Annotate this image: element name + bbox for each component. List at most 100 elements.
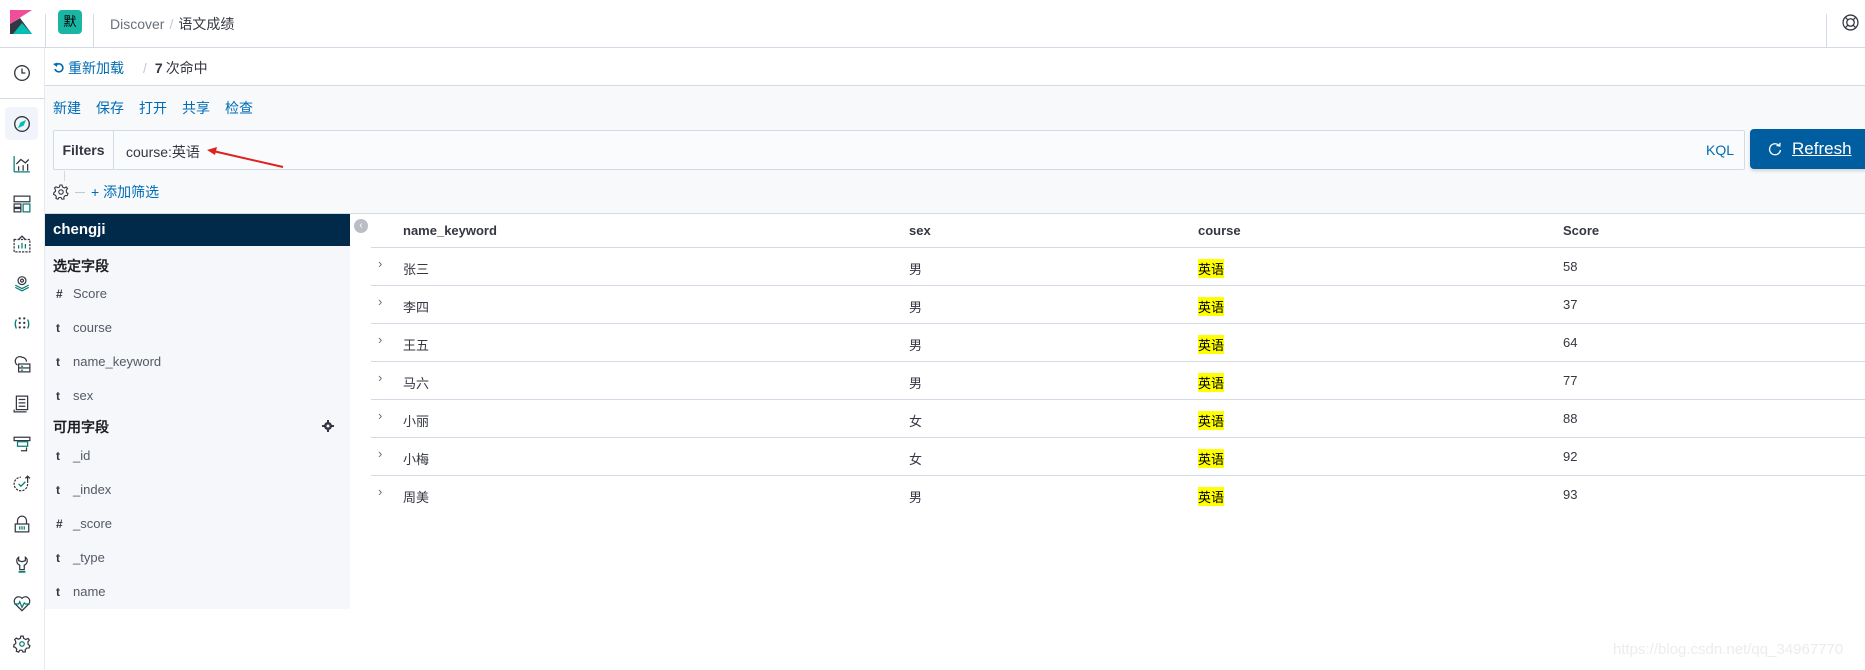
field-type-icon: #: [56, 516, 63, 531]
annotation-arrow-icon: [207, 147, 284, 168]
field-item[interactable]: t _type: [56, 550, 105, 565]
kql-language-toggle[interactable]: KQL: [1706, 142, 1734, 158]
highlighted-term: 英语: [1198, 373, 1225, 392]
field-sidebar: chengji 选定字段 # Score t course t name_keywor…: [45, 214, 350, 609]
menu-inspect[interactable]: 检查: [225, 98, 253, 118]
highlighted-term: 英语: [1198, 411, 1225, 430]
column-header-course[interactable]: course: [1198, 223, 1241, 238]
expand-row-chevron-right-icon[interactable]: ›: [378, 256, 382, 271]
breadcrumb-current: 语文成绩: [178, 16, 235, 32]
canvas-icon[interactable]: [5, 227, 38, 260]
kibana-logo-icon[interactable]: [10, 10, 32, 34]
dashboard-icon[interactable]: [5, 187, 38, 220]
expand-row-chevron-right-icon[interactable]: ›: [378, 294, 382, 309]
field-settings-gear-icon[interactable]: [322, 420, 334, 432]
field-type-icon: t: [56, 388, 60, 403]
highlighted-term: 英语: [1198, 335, 1225, 354]
field-item[interactable]: # _score: [56, 516, 112, 531]
query-area: 新建 保存 打开 共享 检查 Filters course:英语 KQL Ref…: [45, 86, 1865, 214]
field-type-icon: #: [56, 286, 63, 301]
field-item[interactable]: # Score: [56, 286, 107, 301]
breadcrumb-separator: /: [169, 16, 174, 32]
hits-number: 7: [154, 60, 163, 76]
help-lifebuoy-icon[interactable]: [1842, 14, 1859, 31]
dev-tools-wrench-icon[interactable]: [5, 547, 38, 580]
reload-icon: [53, 62, 64, 73]
highlighted-term: 英语: [1198, 297, 1225, 316]
field-item[interactable]: t name_keyword: [56, 354, 161, 369]
monitoring-heart-icon[interactable]: [5, 587, 38, 620]
expand-row-chevron-right-icon[interactable]: ›: [378, 446, 382, 461]
filter-tools: + 添加筛选: [53, 182, 159, 202]
table-row: › 小梅 女 英语 92: [371, 438, 1865, 476]
highlighted-term: 英语: [1198, 259, 1225, 278]
menu-open[interactable]: 打开: [139, 98, 167, 118]
breadcrumb-discover[interactable]: Discover: [110, 16, 164, 32]
field-type-icon: t: [56, 320, 60, 335]
field-type-icon: t: [56, 482, 60, 497]
header-divider: [1826, 14, 1827, 47]
discover-compass-icon[interactable]: [5, 107, 38, 140]
recently-viewed-clock-icon[interactable]: [5, 56, 38, 89]
infrastructure-icon[interactable]: [5, 347, 38, 380]
field-item[interactable]: t sex: [56, 388, 93, 403]
filter-connector: [64, 171, 65, 181]
menu-share[interactable]: 共享: [182, 98, 210, 118]
add-filter-link[interactable]: + 添加筛选: [91, 182, 159, 202]
machine-learning-icon[interactable]: [5, 307, 38, 340]
selected-fields-title: 选定字段: [53, 258, 109, 274]
management-gear-icon[interactable]: [5, 627, 38, 660]
hits-bar: 重新加载 /7 次命中: [45, 48, 1865, 86]
field-item[interactable]: t _id: [56, 448, 90, 463]
expand-row-chevron-right-icon[interactable]: ›: [378, 370, 382, 385]
field-item[interactable]: t course: [56, 320, 112, 335]
table-row: › 周美 男 英语 93: [378, 484, 1578, 506]
visualize-icon[interactable]: [5, 147, 38, 180]
menu-save[interactable]: 保存: [96, 98, 124, 118]
table-row: › 张三 男 英语 58: [371, 248, 1865, 286]
header-divider: [45, 14, 46, 47]
uptime-icon[interactable]: [5, 467, 38, 500]
column-header-name-keyword[interactable]: name_keyword: [403, 223, 497, 238]
filters-label: Filters: [54, 131, 114, 169]
hits-count: /7 次命中: [143, 60, 208, 76]
field-type-icon: t: [56, 550, 60, 565]
breadcrumb: Discover / 语文成绩: [110, 14, 234, 34]
field-type-icon: t: [56, 584, 60, 599]
table-row: › 小丽 女 英语 88: [371, 400, 1865, 438]
refresh-icon: [1768, 142, 1782, 156]
apm-icon[interactable]: [5, 427, 38, 460]
refresh-button[interactable]: Refresh: [1750, 129, 1865, 169]
table-header: name_keyword sex course Score: [371, 214, 1865, 248]
logs-icon[interactable]: [5, 387, 38, 420]
siem-lock-icon[interactable]: [5, 507, 38, 540]
expand-row-chevron-right-icon[interactable]: ›: [378, 408, 382, 423]
nav-divider: [0, 98, 45, 99]
table-row: › 王五 男 英语 64: [371, 324, 1865, 362]
highlighted-term: 英语: [1198, 487, 1225, 506]
side-navigation: [0, 48, 45, 670]
field-item[interactable]: t _index: [56, 482, 111, 497]
table-row: › 李四 男 英语 37: [371, 286, 1865, 324]
hits-suffix: 次命中: [165, 60, 208, 76]
menu-new[interactable]: 新建: [53, 98, 81, 118]
available-fields-title: 可用字段: [53, 419, 109, 435]
column-header-sex[interactable]: sex: [909, 223, 931, 238]
field-type-icon: t: [56, 448, 60, 463]
highlighted-term: 英语: [1198, 449, 1225, 468]
column-header-score[interactable]: Score: [1563, 223, 1599, 238]
collapse-sidebar-chevron-left-icon[interactable]: ‹: [354, 219, 368, 233]
document-table: name_keyword sex course Score › 张三 男 英语 …: [371, 214, 1865, 514]
space-avatar[interactable]: 默: [58, 10, 82, 34]
expand-row-chevron-right-icon[interactable]: ›: [378, 332, 382, 347]
table-row: › 马六 男 英语 77: [371, 362, 1865, 400]
index-pattern-selector[interactable]: chengji: [45, 214, 350, 246]
top-header: 默 Discover / 语文成绩: [0, 0, 1865, 48]
reload-label: 重新加载: [68, 60, 124, 76]
field-item[interactable]: t name: [56, 584, 106, 599]
maps-icon[interactable]: [5, 267, 38, 300]
filter-settings-gear-icon[interactable]: [53, 184, 69, 200]
reload-link[interactable]: 重新加载: [53, 58, 124, 78]
expand-row-chevron-right-icon[interactable]: ›: [378, 484, 382, 499]
query-input[interactable]: course:英语: [126, 142, 200, 162]
